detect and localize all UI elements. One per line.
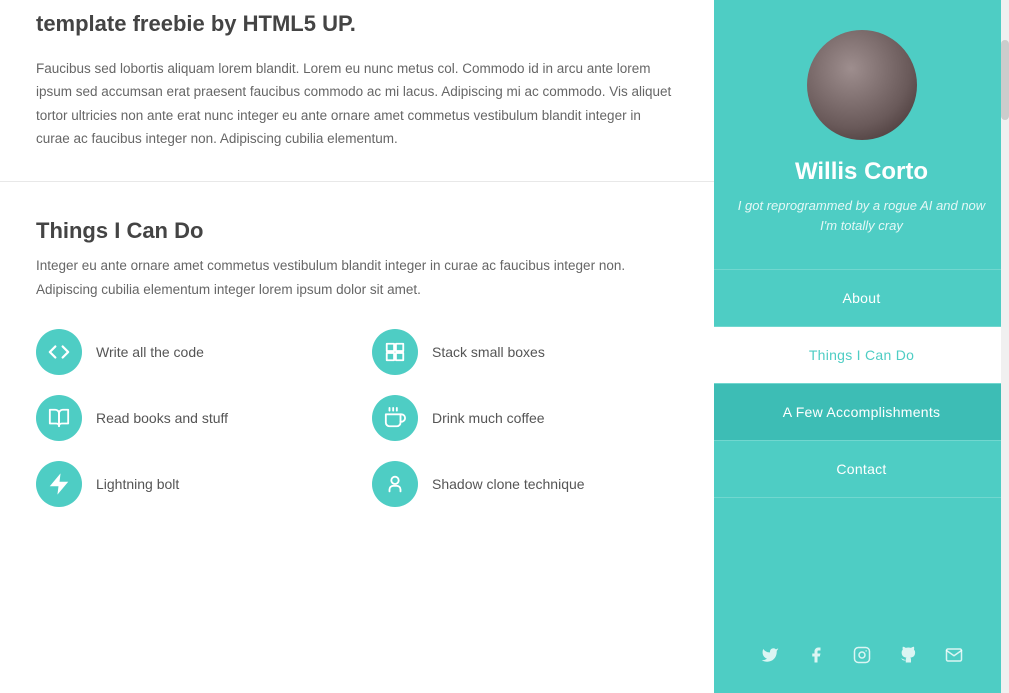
nav-item-things[interactable]: Things I Can Do: [714, 327, 1009, 383]
coffee-icon: [372, 395, 418, 441]
main-content: template freebie by HTML5 UP. Faucibus s…: [0, 0, 714, 693]
book-icon: [36, 395, 82, 441]
bolt-icon: [36, 461, 82, 507]
nav-item-contact[interactable]: Contact: [714, 441, 1009, 497]
skills-description: Integer eu ante ornare amet commetus ves…: [36, 254, 678, 301]
intro-title: template freebie by HTML5 UP.: [36, 10, 678, 39]
instagram-icon[interactable]: [848, 641, 876, 669]
avatar: [807, 30, 917, 140]
scrollbar[interactable]: [1001, 0, 1009, 693]
sidebar-divider-5: [714, 497, 1009, 498]
sidebar-top: Willis Corto I got reprogrammed by a rog…: [714, 0, 1009, 269]
skill-item-coffee: Drink much coffee: [372, 395, 678, 441]
email-icon[interactable]: [940, 641, 968, 669]
skills-grid: Write all the code Stack small boxes: [36, 329, 678, 507]
skill-label-code: Write all the code: [96, 344, 204, 360]
intro-body: Faucibus sed lobortis aliquam lorem blan…: [36, 57, 678, 152]
github-icon[interactable]: [894, 641, 922, 669]
facebook-icon[interactable]: [802, 641, 830, 669]
skill-item-clone: Shadow clone technique: [372, 461, 678, 507]
skill-label-boxes: Stack small boxes: [432, 344, 545, 360]
intro-section: template freebie by HTML5 UP. Faucibus s…: [0, 0, 714, 182]
scrollbar-thumb[interactable]: [1001, 40, 1009, 120]
skills-section: Things I Can Do Integer eu ante ornare a…: [0, 182, 714, 547]
skill-item-boxes: Stack small boxes: [372, 329, 678, 375]
skills-title: Things I Can Do: [36, 218, 678, 244]
skill-item-books: Read books and stuff: [36, 395, 342, 441]
skill-label-bolt: Lightning bolt: [96, 476, 179, 492]
skill-label-coffee: Drink much coffee: [432, 410, 545, 426]
skill-label-books: Read books and stuff: [96, 410, 228, 426]
twitter-icon[interactable]: [756, 641, 784, 669]
sidebar-social: [714, 621, 1009, 693]
user-name: Willis Corto: [795, 158, 928, 186]
skill-item-bolt: Lightning bolt: [36, 461, 342, 507]
boxes-icon: [372, 329, 418, 375]
code-icon: [36, 329, 82, 375]
sidebar: Willis Corto I got reprogrammed by a rog…: [714, 0, 1009, 693]
nav-item-about[interactable]: About: [714, 270, 1009, 326]
skill-item-code: Write all the code: [36, 329, 342, 375]
nav-item-accomplishments[interactable]: A Few Accomplishments: [714, 384, 1009, 440]
user-tagline: I got reprogrammed by a rogue AI and now…: [734, 196, 989, 235]
clone-icon: [372, 461, 418, 507]
skill-label-clone: Shadow clone technique: [432, 476, 585, 492]
